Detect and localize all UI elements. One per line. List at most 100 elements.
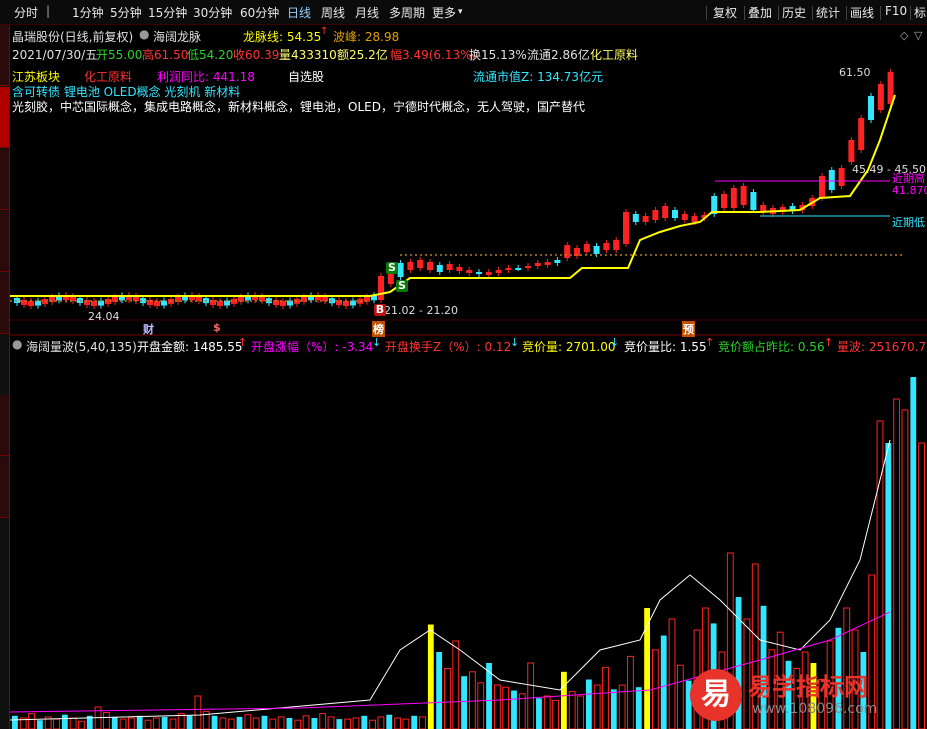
- volume-bar: [36, 720, 43, 729]
- watermark-text: 易学指标网: [748, 673, 868, 701]
- volume-bar: [28, 713, 35, 729]
- volume-bar: [469, 671, 476, 729]
- volume-bar: [527, 662, 535, 729]
- volume-bar: [78, 720, 85, 729]
- volume-bar: [627, 655, 634, 729]
- volume-bar: [344, 718, 352, 729]
- volume-bar: [336, 719, 343, 729]
- volume-bar: [577, 695, 584, 729]
- candle-body: [495, 270, 502, 273]
- down-arrow-icon: ↓: [610, 336, 620, 349]
- volume-bar: [676, 664, 684, 729]
- candle-body: [554, 260, 561, 263]
- candle-body: [652, 210, 659, 220]
- volume-bar: [543, 695, 551, 729]
- volume-bar: [361, 715, 368, 729]
- candle-body: [466, 270, 473, 273]
- volume-bar: [119, 718, 127, 729]
- volume-bar: [186, 715, 193, 729]
- panel-toggle-icon[interactable]: ●: [12, 337, 22, 351]
- volume-bar: [511, 690, 517, 729]
- auction-share: 竞价额占昨比: 0.56: [718, 340, 825, 354]
- volume-bar: [369, 719, 377, 729]
- volume-bar: [252, 717, 260, 729]
- open-turnover: 开盘换手Z（%）: 0.12: [385, 340, 512, 354]
- candle-body: [632, 214, 639, 222]
- candle-body: [476, 272, 482, 274]
- volume-bar: [610, 689, 617, 729]
- candle-body: [750, 192, 757, 210]
- volume-bar: [635, 687, 642, 729]
- volume-bar: [169, 718, 177, 729]
- candle-body: [838, 168, 845, 186]
- candle-body: [446, 264, 453, 270]
- volume-bar: [461, 676, 468, 729]
- volume-bar: [61, 714, 68, 729]
- buy-signal-marker: B: [374, 303, 386, 316]
- candle-body: [819, 176, 825, 198]
- volume-bar: [244, 714, 252, 729]
- volume-bar: [585, 679, 592, 729]
- volume-bar: [319, 713, 327, 729]
- volume-bar: [436, 652, 443, 729]
- candle-body: [681, 214, 688, 220]
- open-amount: 开盘金额: 1485.55: [137, 340, 243, 354]
- volume-bar: [477, 682, 485, 729]
- candle-body: [544, 262, 551, 265]
- volume-bar: [377, 716, 385, 729]
- candle-body: [407, 262, 414, 270]
- candle-body: [672, 210, 678, 218]
- volume-bar: [103, 712, 110, 729]
- candle-body: [564, 245, 571, 258]
- candle-body: [593, 246, 600, 254]
- low-range-label: 21.02 - 21.20: [384, 304, 458, 317]
- volume-bar: [136, 715, 143, 729]
- candle-body: [848, 140, 855, 162]
- volume-wave: 量波: 251670.73: [837, 340, 927, 354]
- low-mark-label: 24.04: [88, 310, 120, 323]
- candle-body: [417, 260, 424, 268]
- candle-body: [485, 272, 492, 275]
- volume-bar: [236, 716, 243, 729]
- volume-bar: [536, 698, 542, 729]
- candle-body: [427, 262, 433, 270]
- candle-body: [397, 263, 404, 277]
- level-label: 41.870: [892, 184, 927, 197]
- volume-bar: [327, 716, 335, 729]
- volume-bar: [286, 718, 293, 729]
- candle-body: [828, 170, 835, 190]
- auction-ratio: 竞价量比: 1.55: [624, 340, 707, 354]
- recent-low-label: 近期低: [892, 216, 925, 229]
- candle-body: [603, 243, 610, 250]
- volume-bar: [402, 718, 410, 729]
- candle-body: [740, 186, 747, 205]
- volume-bar: [53, 718, 60, 729]
- volume-bar: [668, 618, 676, 729]
- sell-signal-marker: S: [386, 262, 398, 274]
- volume-bar: [427, 624, 434, 729]
- lower-indicator-title[interactable]: 海阔量波(5,40,135): [26, 338, 137, 355]
- volume-bar: [602, 666, 609, 729]
- volume-bar: [444, 668, 451, 729]
- watermark: 易 易学指标网 www.108096.com: [690, 665, 927, 729]
- candle-body: [525, 266, 531, 268]
- volume-bar: [194, 695, 202, 729]
- kline-chart[interactable]: [0, 0, 927, 729]
- volume-bar: [561, 671, 567, 729]
- candle-body: [642, 216, 649, 222]
- finance-marker: 财: [143, 323, 154, 336]
- volume-bar: [219, 717, 227, 729]
- volume-bar: [261, 715, 268, 729]
- candle-body: [868, 96, 874, 120]
- volume-bar: [568, 691, 576, 729]
- volume-bar: [593, 684, 601, 729]
- candle-body: [623, 212, 629, 244]
- volume-bar: [111, 716, 118, 729]
- volume-bar: [227, 718, 235, 729]
- down-arrow-icon: ↓: [510, 336, 520, 349]
- volume-bar: [144, 719, 152, 729]
- up-arrow-icon: ↑: [824, 336, 834, 349]
- candle-body: [456, 267, 463, 271]
- down-arrow-icon: ↓: [372, 336, 382, 349]
- volume-bar: [152, 717, 160, 729]
